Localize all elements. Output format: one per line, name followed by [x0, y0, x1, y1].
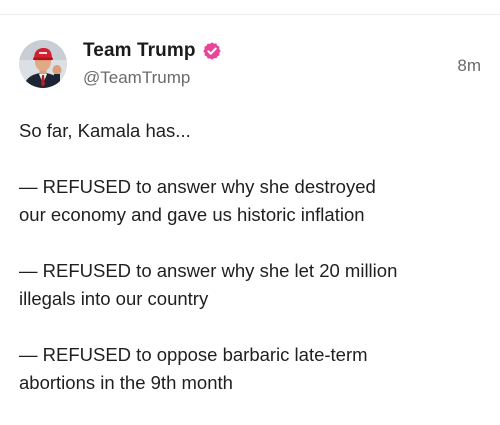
- author-block: Team Trump @TeamTrump: [83, 39, 222, 88]
- post-body: So far, Kamala has... — REFUSED to answe…: [19, 117, 489, 425]
- verified-badge-icon: [202, 41, 222, 61]
- post-paragraph: So far, Kamala has...: [19, 120, 191, 141]
- timestamp[interactable]: 8m: [457, 56, 481, 76]
- post[interactable]: Team Trump @TeamTrump 8m So far, Kamala …: [0, 0, 500, 416]
- display-name[interactable]: Team Trump: [83, 40, 196, 62]
- avatar[interactable]: [19, 40, 67, 88]
- handle[interactable]: @TeamTrump: [83, 68, 222, 88]
- post-paragraph: — REFUSED to answer why she destroyed ou…: [19, 176, 376, 225]
- post-paragraph: — REFUSED to answer why she let 20 milli…: [19, 260, 398, 309]
- name-row: Team Trump: [83, 39, 222, 63]
- avatar-image: [19, 40, 67, 88]
- post-paragraph: — REFUSED to oppose barbaric late-term a…: [19, 344, 368, 393]
